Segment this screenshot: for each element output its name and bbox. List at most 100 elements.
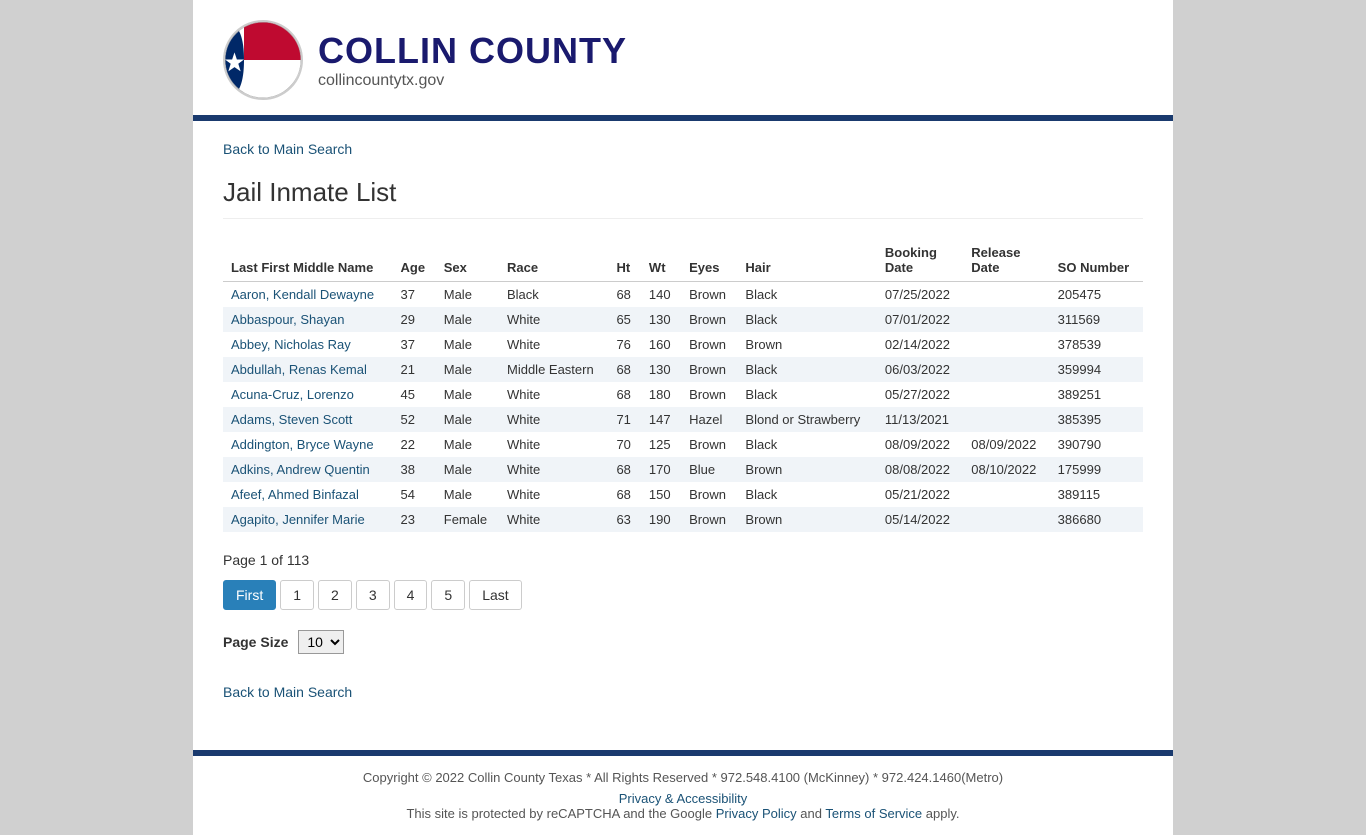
pagination-info: Page 1 of 113: [223, 552, 1143, 568]
cell-so: 311569: [1050, 307, 1143, 332]
page-1-button[interactable]: 1: [280, 580, 314, 610]
cell-wt: 130: [641, 357, 681, 382]
inmate-name-link[interactable]: Addington, Bryce Wayne: [231, 437, 374, 452]
cell-sex: Female: [436, 507, 499, 532]
cell-age: 45: [393, 382, 436, 407]
inmate-name-link[interactable]: Aaron, Kendall Dewayne: [231, 287, 374, 302]
cell-eyes: Blue: [681, 457, 737, 482]
col-wt: Wt: [641, 239, 681, 282]
cell-booking: 06/03/2022: [877, 357, 963, 382]
first-page-button[interactable]: First: [223, 580, 276, 610]
inmate-name-link[interactable]: Agapito, Jennifer Marie: [231, 512, 365, 527]
col-release: ReleaseDate: [963, 239, 1049, 282]
cell-so: 205475: [1050, 282, 1143, 308]
cell-release: [963, 407, 1049, 432]
footer-copyright: Copyright © 2022 Collin County Texas * A…: [213, 770, 1153, 785]
cell-wt: 160: [641, 332, 681, 357]
privacy-accessibility-link[interactable]: Privacy & Accessibility: [619, 791, 748, 806]
col-race: Race: [499, 239, 608, 282]
back-link-bottom[interactable]: Back to Main Search: [223, 684, 352, 700]
cell-hair: Brown: [737, 457, 876, 482]
cell-so: 175999: [1050, 457, 1143, 482]
cell-race: White: [499, 307, 608, 332]
pagination: First 1 2 3 4 5 Last: [223, 580, 1143, 610]
footer-and-text: and: [800, 806, 825, 821]
cell-age: 29: [393, 307, 436, 332]
cell-hair: Brown: [737, 332, 876, 357]
cell-sex: Male: [436, 332, 499, 357]
cell-age: 52: [393, 407, 436, 432]
cell-sex: Male: [436, 432, 499, 457]
cell-age: 38: [393, 457, 436, 482]
cell-booking: 05/21/2022: [877, 482, 963, 507]
cell-release: 08/10/2022: [963, 457, 1049, 482]
cell-release: 08/09/2022: [963, 432, 1049, 457]
col-hair: Hair: [737, 239, 876, 282]
cell-wt: 190: [641, 507, 681, 532]
page-5-button[interactable]: 5: [431, 580, 465, 610]
cell-race: White: [499, 457, 608, 482]
cell-so: 386680: [1050, 507, 1143, 532]
recaptcha-text: This site is protected by reCAPTCHA and …: [406, 806, 712, 821]
cell-name: Acuna-Cruz, Lorenzo: [223, 382, 393, 407]
privacy-policy-link[interactable]: Privacy Policy: [716, 806, 797, 821]
cell-eyes: Brown: [681, 357, 737, 382]
table-row: Abbaspour, Shayan29MaleWhite65130BrownBl…: [223, 307, 1143, 332]
cell-so: 385395: [1050, 407, 1143, 432]
cell-ht: 68: [608, 457, 640, 482]
table-row: Acuna-Cruz, Lorenzo45MaleWhite68180Brown…: [223, 382, 1143, 407]
cell-race: White: [499, 482, 608, 507]
inmate-name-link[interactable]: Adkins, Andrew Quentin: [231, 462, 370, 477]
inmate-name-link[interactable]: Afeef, Ahmed Binfazal: [231, 487, 359, 502]
cell-release: [963, 507, 1049, 532]
table-row: Addington, Bryce Wayne22MaleWhite70125Br…: [223, 432, 1143, 457]
cell-race: White: [499, 382, 608, 407]
page-2-button[interactable]: 2: [318, 580, 352, 610]
col-eyes: Eyes: [681, 239, 737, 282]
table-row: Adams, Steven Scott52MaleWhite71147Hazel…: [223, 407, 1143, 432]
page-size-select[interactable]: 10 25 50: [298, 630, 344, 654]
cell-ht: 71: [608, 407, 640, 432]
cell-age: 54: [393, 482, 436, 507]
col-ht: Ht: [608, 239, 640, 282]
cell-release: [963, 357, 1049, 382]
page-title: Jail Inmate List: [223, 177, 1143, 219]
inmate-name-link[interactable]: Acuna-Cruz, Lorenzo: [231, 387, 354, 402]
cell-ht: 68: [608, 382, 640, 407]
page-3-button[interactable]: 3: [356, 580, 390, 610]
cell-age: 23: [393, 507, 436, 532]
cell-name: Agapito, Jennifer Marie: [223, 507, 393, 532]
cell-release: [963, 482, 1049, 507]
cell-race: Middle Eastern: [499, 357, 608, 382]
cell-hair: Black: [737, 382, 876, 407]
col-so: SO Number: [1050, 239, 1143, 282]
cell-wt: 140: [641, 282, 681, 308]
table-row: Afeef, Ahmed Binfazal54MaleWhite68150Bro…: [223, 482, 1143, 507]
inmate-name-link[interactable]: Abdullah, Renas Kemal: [231, 362, 367, 377]
cell-age: 37: [393, 332, 436, 357]
page-4-button[interactable]: 4: [394, 580, 428, 610]
cell-race: White: [499, 432, 608, 457]
table-row: Agapito, Jennifer Marie23FemaleWhite6319…: [223, 507, 1143, 532]
cell-race: White: [499, 407, 608, 432]
footer-links: Privacy & Accessibility: [213, 791, 1153, 806]
cell-wt: 125: [641, 432, 681, 457]
col-age: Age: [393, 239, 436, 282]
site-subtitle: collincountytx.gov: [318, 72, 627, 90]
cell-name: Adams, Steven Scott: [223, 407, 393, 432]
col-sex: Sex: [436, 239, 499, 282]
cell-hair: Blond or Strawberry: [737, 407, 876, 432]
cell-ht: 70: [608, 432, 640, 457]
inmate-name-link[interactable]: Abbey, Nicholas Ray: [231, 337, 351, 352]
inmate-name-link[interactable]: Abbaspour, Shayan: [231, 312, 344, 327]
last-page-button[interactable]: Last: [469, 580, 521, 610]
inmate-name-link[interactable]: Adams, Steven Scott: [231, 412, 352, 427]
terms-link[interactable]: Terms of Service: [825, 806, 922, 821]
cell-booking: 11/13/2021: [877, 407, 963, 432]
back-link-top[interactable]: Back to Main Search: [223, 141, 352, 157]
cell-booking: 02/14/2022: [877, 332, 963, 357]
cell-booking: 08/09/2022: [877, 432, 963, 457]
main-content: Back to Main Search Jail Inmate List Las…: [193, 121, 1173, 750]
cell-wt: 130: [641, 307, 681, 332]
cell-age: 21: [393, 357, 436, 382]
